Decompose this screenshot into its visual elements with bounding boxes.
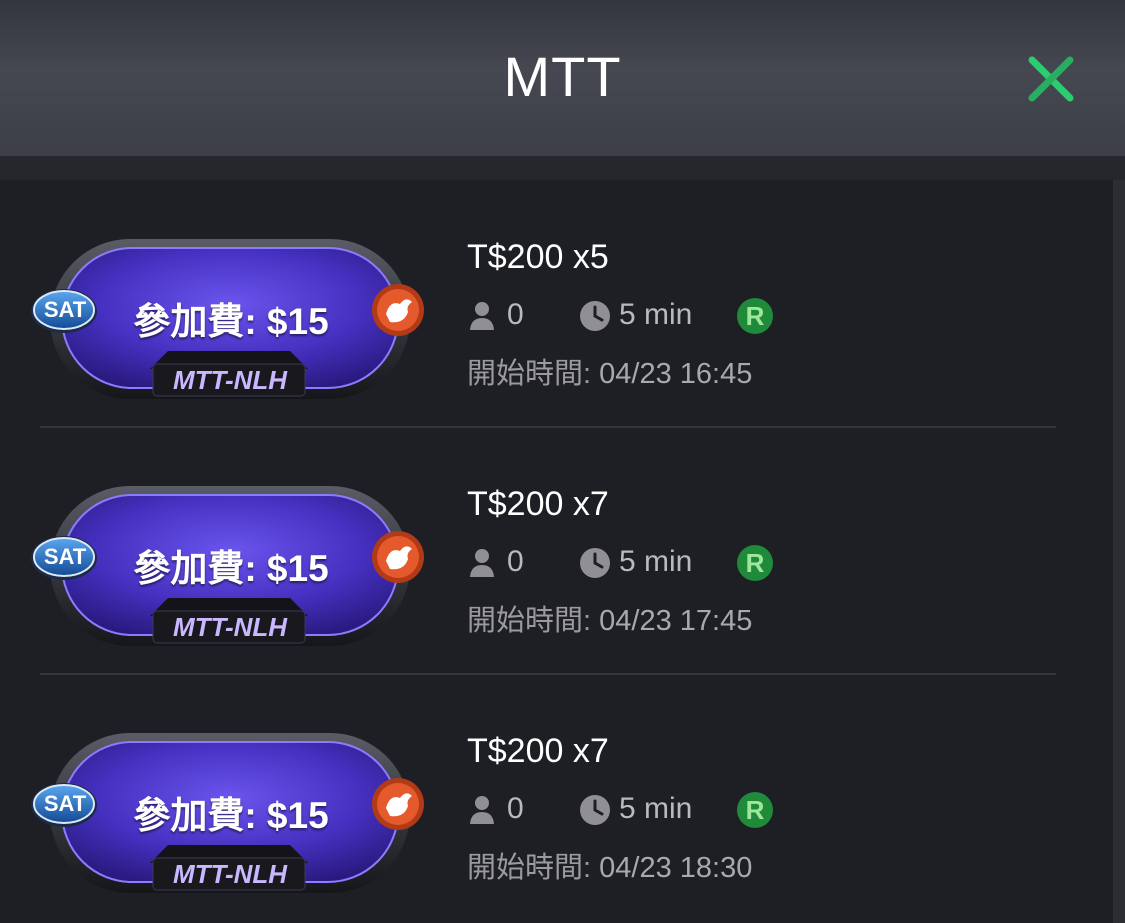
person-icon	[470, 796, 494, 824]
tournament-meta: 0 5 min R	[467, 296, 867, 336]
clock-icon	[580, 548, 610, 578]
rebuy-icon: R	[737, 792, 773, 828]
tournament-row[interactable]: SAT 參加費: $15 MTT-NLH T$200 x7 0 5 min R	[0, 674, 1113, 920]
sat-tag: SAT	[43, 297, 87, 322]
header-separator	[0, 156, 1125, 180]
prize-text: T$200 x7	[467, 485, 609, 523]
buyin-badge: SAT 參加費: $15 MTT-NLH	[28, 730, 428, 895]
buyin-fee: 參加費: $15	[133, 795, 329, 836]
close-x-icon	[1028, 56, 1074, 102]
sat-tag: SAT	[43, 791, 87, 816]
buyin-fee: 參加費: $15	[133, 301, 329, 342]
bird-badge-icon	[372, 284, 424, 336]
bird-badge-icon	[372, 531, 424, 583]
header-bar: MTT	[0, 0, 1125, 156]
buyin-fee: 參加費: $15	[133, 548, 329, 589]
prize-text: T$200 x7	[467, 732, 609, 770]
tournament-meta: 0 5 min R	[467, 543, 867, 583]
person-icon	[470, 549, 494, 577]
tournament-row[interactable]: SAT 參加費: $15 MTT-NLH T$200 x7 0 5 min R	[0, 427, 1113, 673]
game-type-label: MTT-NLH	[172, 365, 288, 395]
clock-icon	[580, 795, 610, 825]
bird-badge-icon	[372, 778, 424, 830]
prize-text: T$200 x5	[467, 238, 609, 276]
clock-icon	[580, 301, 610, 331]
rebuy-icon: R	[737, 298, 773, 334]
page-title: MTT	[503, 45, 622, 108]
buyin-badge: SAT 參加費: $15 MTT-NLH	[28, 483, 428, 648]
rebuy-icon: R	[737, 545, 773, 581]
tournament-meta: 0 5 min R	[467, 790, 867, 830]
start-time: 開始時間: 04/23 16:45	[467, 358, 753, 390]
game-type-label: MTT-NLH	[172, 612, 288, 642]
scrollbar-track[interactable]	[1113, 180, 1125, 923]
sat-tag: SAT	[43, 544, 87, 569]
close-button[interactable]	[1024, 52, 1078, 106]
start-time: 開始時間: 04/23 18:30	[467, 852, 753, 884]
tournament-row[interactable]: SAT 參加費: $15 MTT-NLH T$200 x5 0 5 min R	[0, 180, 1113, 426]
buyin-badge: SAT 參加費: $15 MTT-NLH	[28, 236, 428, 401]
person-icon	[470, 302, 494, 330]
tournament-list[interactable]: SAT 參加費: $15 MTT-NLH T$200 x5 0 5 min R	[0, 180, 1113, 923]
start-time: 開始時間: 04/23 17:45	[467, 605, 753, 637]
game-type-label: MTT-NLH	[172, 859, 288, 889]
